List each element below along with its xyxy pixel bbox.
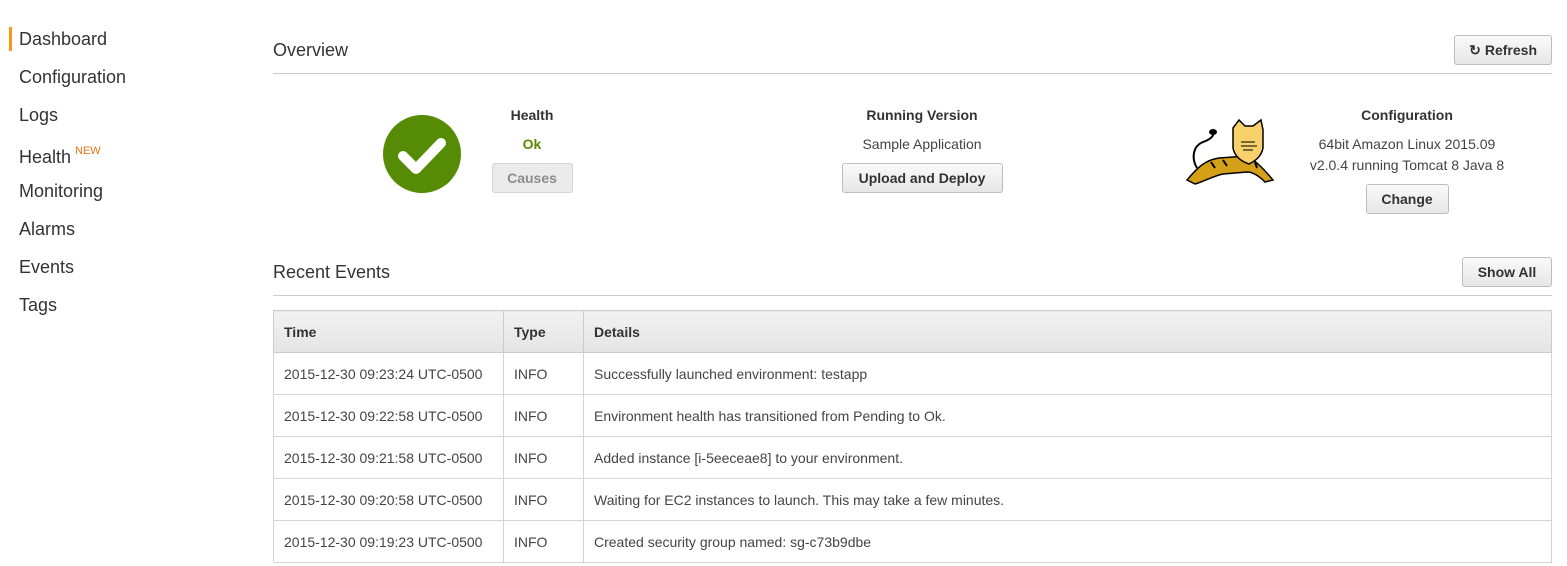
sidebar-item-label: Tags (19, 295, 58, 315)
overview-header: Overview ↻ Refresh (273, 34, 1552, 74)
sidebar-item-label: Monitoring (19, 181, 104, 201)
upload-and-deploy-button[interactable]: Upload and Deploy (841, 163, 1003, 193)
health-status: Ok (522, 136, 542, 152)
sidebar-item-monitoring[interactable]: Monitoring (0, 172, 240, 210)
table-row: 2015-12-30 09:21:58 UTC-0500 INFO Added … (273, 436, 1552, 479)
event-type: INFO (503, 478, 584, 521)
running-version-label: Running Version (866, 107, 978, 123)
running-version-value: Sample Application (862, 136, 982, 152)
causes-button[interactable]: Causes (491, 163, 573, 193)
event-time: 2015-12-30 09:21:58 UTC-0500 (273, 436, 504, 479)
event-details: Waiting for EC2 instances to launch. Thi… (583, 478, 1552, 521)
column-header-details[interactable]: Details (583, 310, 1552, 353)
event-type: INFO (503, 436, 584, 479)
table-row: 2015-12-30 09:22:58 UTC-0500 INFO Enviro… (273, 394, 1552, 437)
sidebar-nav: Dashboard Configuration Logs Health NEW M… (0, 20, 240, 324)
change-label: Change (1381, 191, 1433, 207)
event-details: Created security group named: sg-c73b9db… (583, 520, 1552, 563)
sidebar-item-health[interactable]: Health NEW (0, 134, 240, 172)
column-header-time[interactable]: Time (273, 310, 504, 353)
events-table: Time Type Details 2015-12-30 09:23:24 UT… (273, 310, 1552, 563)
causes-label: Causes (507, 170, 557, 186)
event-type: INFO (503, 394, 584, 437)
refresh-label: Refresh (1484, 42, 1537, 58)
table-row: 2015-12-30 09:20:58 UTC-0500 INFO Waitin… (273, 478, 1552, 521)
sidebar-item-events[interactable]: Events (0, 248, 240, 286)
sidebar-item-tags[interactable]: Tags (0, 286, 240, 324)
configuration-platform: 64bit Amazon Linux 2015.09 (1318, 136, 1496, 152)
new-badge: NEW (75, 145, 101, 157)
running-version-panel: Running Version Sample Application Uploa… (822, 104, 1022, 193)
event-details: Added instance [i-5eeceae8] to your envi… (583, 436, 1552, 479)
table-row: 2015-12-30 09:19:23 UTC-0500 INFO Create… (273, 520, 1552, 563)
sidebar-item-label: Events (19, 257, 75, 277)
check-circle-icon (383, 115, 461, 193)
sidebar-item-label: Health (19, 147, 72, 167)
table-header-row: Time Type Details (273, 310, 1552, 353)
event-details: Successfully launched environment: testa… (583, 352, 1552, 395)
event-time: 2015-12-30 09:20:58 UTC-0500 (273, 478, 504, 521)
recent-events-header: Recent Events Show All (273, 256, 1552, 296)
tomcat-logo-icon (1185, 118, 1275, 185)
health-label: Health (510, 107, 554, 123)
sidebar-item-dashboard[interactable]: Dashboard (0, 20, 240, 58)
recent-events-title: Recent Events (273, 262, 391, 282)
table-row: 2015-12-30 09:23:24 UTC-0500 INFO Succes… (273, 352, 1552, 395)
refresh-button[interactable]: ↻ Refresh (1454, 35, 1552, 65)
configuration-version: v2.0.4 running Tomcat 8 Java 8 (1309, 157, 1505, 173)
event-time: 2015-12-30 09:22:58 UTC-0500 (273, 394, 504, 437)
event-type: INFO (503, 352, 584, 395)
health-panel: Health Ok Causes (472, 104, 592, 193)
main-content: Overview ↻ Refresh Health Ok Causes Runni… (273, 0, 1552, 563)
sidebar-item-label: Configuration (19, 67, 127, 87)
configuration-panel: Configuration 64bit Amazon Linux 2015.09… (1288, 104, 1526, 214)
change-button[interactable]: Change (1365, 184, 1449, 214)
sidebar-item-logs[interactable]: Logs (0, 96, 240, 134)
show-all-label: Show All (1477, 264, 1537, 280)
event-time: 2015-12-30 09:23:24 UTC-0500 (273, 352, 504, 395)
refresh-icon: ↻ (1469, 42, 1481, 58)
event-details: Environment health has transitioned from… (583, 394, 1552, 437)
sidebar-item-alarms[interactable]: Alarms (0, 210, 240, 248)
event-type: INFO (503, 520, 584, 563)
overview-title: Overview (273, 40, 349, 60)
show-all-button[interactable]: Show All (1462, 257, 1552, 287)
sidebar-item-label: Alarms (19, 219, 76, 239)
configuration-label: Configuration (1361, 107, 1453, 123)
sidebar-item-configuration[interactable]: Configuration (0, 58, 240, 96)
sidebar-item-label: Logs (19, 105, 59, 125)
upload-and-deploy-label: Upload and Deploy (858, 170, 986, 186)
column-header-type[interactable]: Type (503, 310, 584, 353)
event-time: 2015-12-30 09:19:23 UTC-0500 (273, 520, 504, 563)
sidebar-item-label: Dashboard (19, 29, 108, 49)
